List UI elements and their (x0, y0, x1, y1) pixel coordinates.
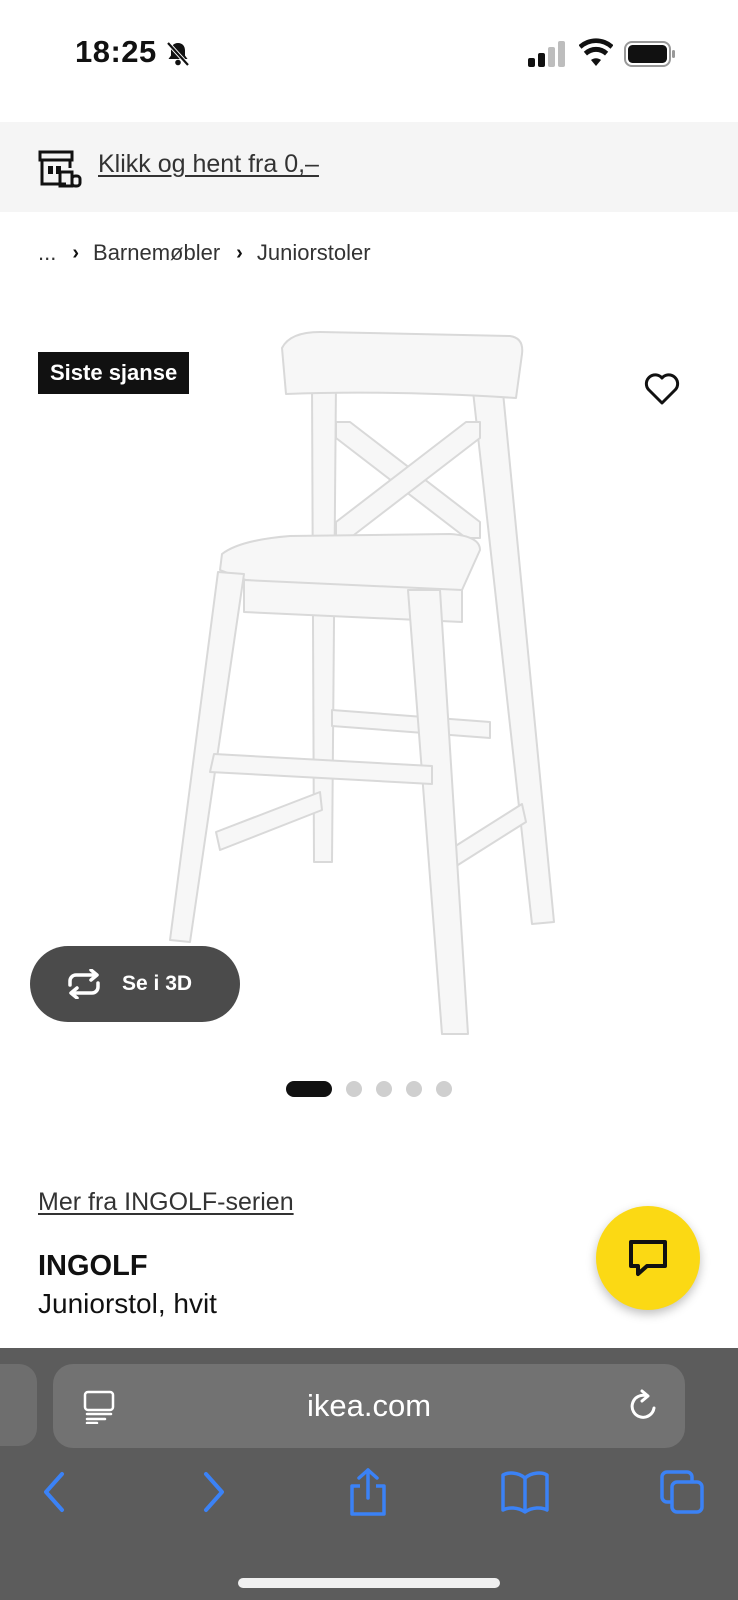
url-text[interactable]: ikea.com (53, 1388, 685, 1424)
product-name: INGOLF (38, 1250, 148, 1282)
last-chance-badge: Siste sjanse (38, 352, 190, 394)
carousel-dot-1[interactable] (286, 1081, 332, 1097)
product-description: Juniorstol, hvit (38, 1288, 217, 1319)
series-link[interactable]: Mer fra INGOLF-serien (38, 1188, 294, 1217)
chat-bubble-icon (629, 1240, 667, 1276)
breadcrumb-item-barnemobler[interactable]: Barnemøbler (93, 240, 220, 266)
previous-tab-peek[interactable] (0, 1364, 37, 1446)
back-icon[interactable] (38, 1468, 72, 1516)
chevron-right-icon: › (236, 241, 243, 264)
chat-button[interactable] (596, 1206, 700, 1310)
image-carousel-dots[interactable] (286, 1081, 466, 1097)
promo-link[interactable]: Klikk og hent fra 0,– (98, 150, 319, 179)
carousel-dot-3[interactable] (376, 1081, 392, 1097)
product-chair-image (169, 331, 555, 1035)
reload-icon[interactable] (627, 1388, 661, 1424)
address-bar[interactable]: ikea.com (53, 1364, 685, 1448)
cellular-signal-icon (528, 41, 565, 67)
carousel-dot-4[interactable] (406, 1081, 422, 1097)
share-icon[interactable] (346, 1468, 390, 1516)
wifi-icon (579, 38, 613, 66)
breadcrumb-item-juniorstoler[interactable]: Juniorstoler (257, 240, 371, 266)
carousel-dot-2[interactable] (346, 1081, 362, 1097)
promo-banner[interactable]: Klikk og hent fra 0,– (0, 122, 738, 212)
home-indicator (238, 1578, 500, 1588)
status-bar: 18:25 (0, 0, 738, 110)
chevron-right-icon: › (72, 241, 80, 264)
heart-icon[interactable] (644, 372, 680, 406)
status-time: 18:25 (75, 34, 157, 69)
battery-icon (624, 41, 675, 67)
breadcrumb: ... › Barnemøbler › Juniorstoler (38, 236, 371, 270)
rotate-3d-icon (68, 969, 100, 999)
browser-nav-row (0, 1468, 738, 1528)
carousel-dot-5[interactable] (436, 1081, 452, 1097)
bell-muted-icon (166, 41, 190, 67)
view-3d-label: Se i 3D (122, 972, 193, 995)
view-3d-button[interactable]: Se i 3D (30, 946, 240, 1022)
tabs-icon[interactable] (658, 1468, 706, 1516)
forward-icon[interactable] (196, 1468, 230, 1516)
breadcrumb-ellipsis[interactable]: ... (38, 240, 56, 266)
browser-toolbar: ikea.com (0, 1348, 738, 1600)
store-pickup-icon (38, 150, 82, 188)
bookmarks-icon[interactable] (500, 1468, 550, 1516)
